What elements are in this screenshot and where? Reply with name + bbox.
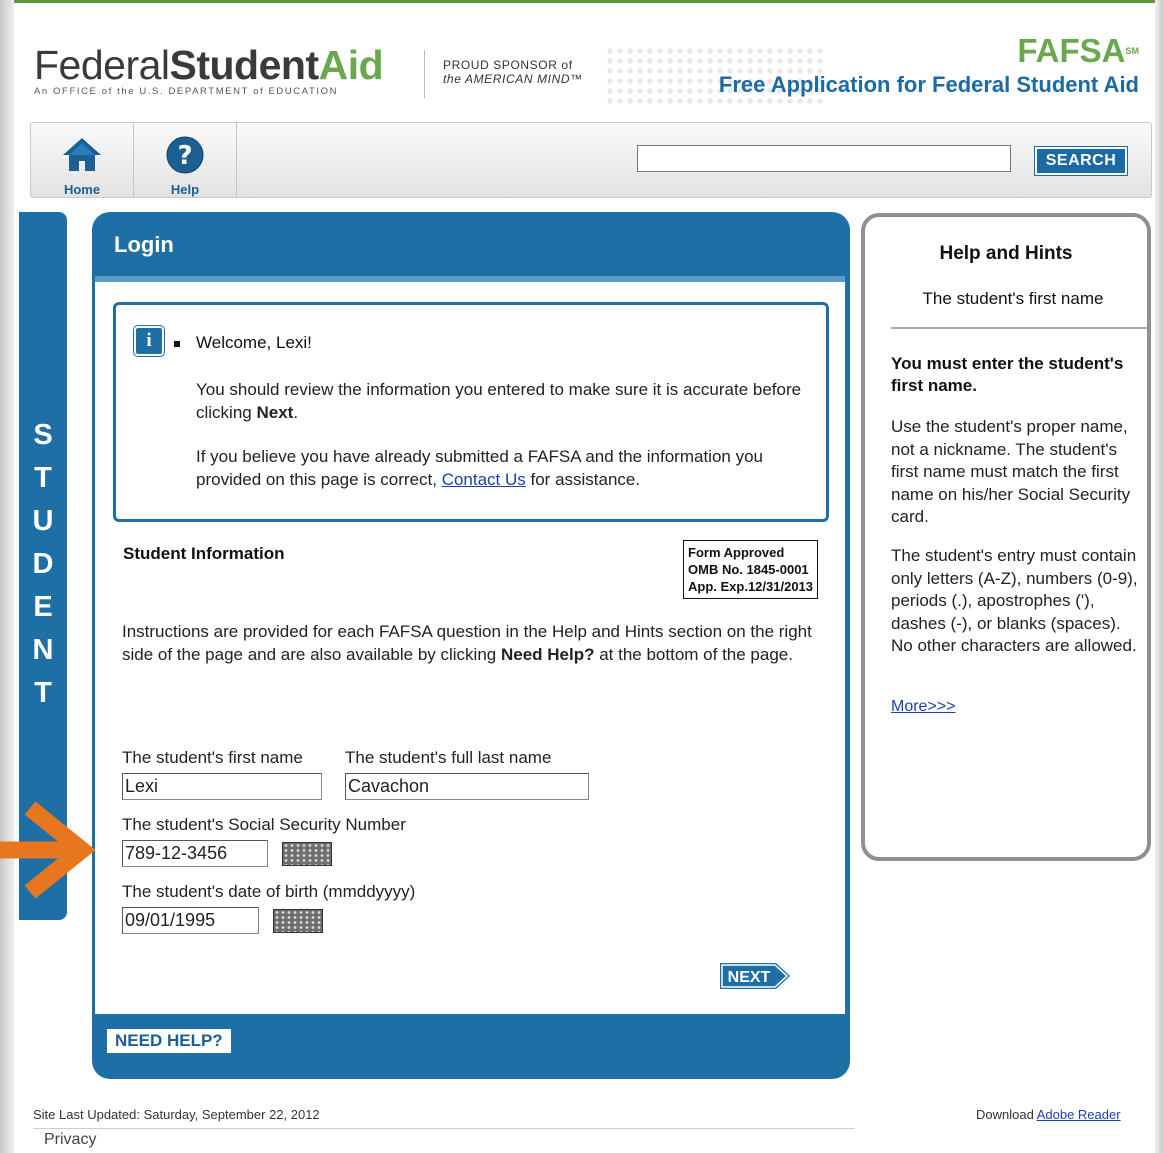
omb-approval-box: Form Approved OMB No. 1845-0001 App. Exp… <box>683 540 819 599</box>
student-information-heading: Student Information <box>123 544 285 563</box>
download-reader-note: Download Adobe Reader <box>976 1107 1121 1122</box>
service-mark: SM <box>1125 46 1140 56</box>
next-button-label: NEXT <box>728 969 771 986</box>
home-icon <box>63 138 101 171</box>
last-name-label: The student's full last name <box>345 748 552 767</box>
ssn-field[interactable]: 789-12-3456 <box>122 840 268 867</box>
search-button[interactable]: SEARCH <box>1034 146 1128 176</box>
footer-divider <box>33 1128 855 1129</box>
top-nav-bar: Home ? Help SEARCH <box>30 122 1152 198</box>
login-panel: Login i Welcome, Lexi! You should review… <box>92 212 850 1079</box>
annotation-arrow-icon <box>0 801 96 899</box>
site-last-updated: Site Last Updated: Saturday, September 2… <box>33 1107 320 1122</box>
bullet-marker <box>174 341 180 347</box>
adobe-reader-link[interactable]: Adobe Reader <box>1037 1107 1121 1122</box>
next-button[interactable]: NEXT <box>720 963 790 989</box>
help-paragraph-2: The student's entry must contain only le… <box>891 546 1138 655</box>
need-help-button[interactable]: NEED HELP? <box>107 1029 231 1053</box>
contact-us-link[interactable]: Contact Us <box>442 470 526 489</box>
help-and-hints-panel: Help and Hints The student's first name … <box>861 213 1151 861</box>
help-panel-subtitle: The student's first name <box>922 289 1104 308</box>
welcome-message: Welcome, Lexi! <box>196 333 312 352</box>
fafsa-title: FAFSASM <box>1017 32 1140 69</box>
sponsor-text: PROUD SPONSOR of the AMERICAN MIND™ <box>443 58 583 86</box>
search-input[interactable] <box>637 145 1011 172</box>
home-button[interactable]: Home <box>31 123 134 197</box>
sponsor-line-1: PROUD SPONSOR of <box>443 58 573 72</box>
welcome-info-box: i Welcome, Lexi! You should review the i… <box>113 302 829 522</box>
help-panel-title: Help and Hints <box>939 243 1073 264</box>
help-paragraph-1: Use the student's proper name, not a nic… <box>891 417 1131 526</box>
window-top-border <box>0 0 1163 3</box>
fsa-logo-tagline: An OFFICE of the U.S. DEPARTMENT of EDUC… <box>34 86 339 97</box>
help-button[interactable]: ? Help <box>134 123 237 197</box>
fsa-logo-wordmark: FederalStudentAid <box>34 42 384 88</box>
fafsa-logo: FAFSASM Free Application for Federal Stu… <box>719 34 1139 98</box>
already-submitted-message: If you believe you have already submitte… <box>196 447 764 489</box>
help-more-link[interactable]: More>>> <box>891 698 955 716</box>
window-right-border <box>1155 0 1163 1153</box>
sponsor-line-2: the AMERICAN MIND™ <box>443 72 583 86</box>
fsa-logo[interactable]: FederalStudentAid An OFFICE of the U.S. … <box>34 42 384 97</box>
dob-field[interactable]: 09/01/1995 <box>122 907 259 934</box>
header-divider <box>424 50 425 98</box>
review-message: You should review the information you en… <box>196 380 802 422</box>
first-name-label: The student's first name <box>122 748 303 767</box>
last-name-field[interactable]: Cavachon <box>345 773 589 800</box>
fafsa-subtitle: Free Application for Federal Student Aid <box>718 72 1139 97</box>
student-tab-letters: S T U D E N T <box>32 419 54 709</box>
dob-keyboard-icon[interactable] <box>273 909 323 933</box>
first-name-field[interactable]: Lexi <box>122 773 322 800</box>
svg-text:?: ? <box>177 141 192 171</box>
login-panel-body: i Welcome, Lexi! You should review the i… <box>95 276 845 1014</box>
instructions-text: Instructions are provided for each FAFSA… <box>122 622 812 664</box>
help-required-note: You must enter the student's first name. <box>891 354 1124 395</box>
privacy-link[interactable]: Privacy <box>44 1131 96 1149</box>
help-icon: ? <box>166 136 204 174</box>
help-label: Help <box>170 182 200 197</box>
info-icon: i <box>133 325 165 357</box>
window-left-border <box>0 0 14 1153</box>
home-label: Home <box>63 182 101 197</box>
ssn-label: The student's Social Security Number <box>122 815 406 834</box>
dob-label: The student's date of birth (mmddyyyy) <box>122 882 416 901</box>
ssn-keyboard-icon[interactable] <box>282 842 332 866</box>
help-divider <box>891 327 1147 329</box>
page-title: Login <box>114 232 174 257</box>
